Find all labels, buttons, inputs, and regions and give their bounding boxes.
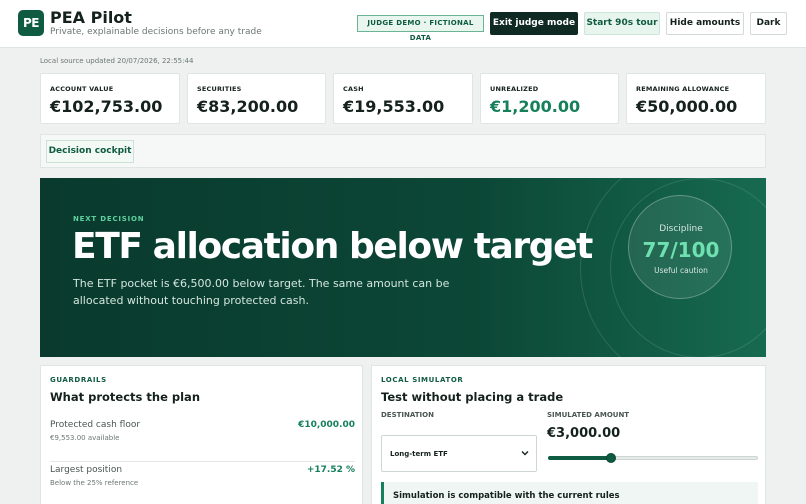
hero-kicker: NEXT DECISION [73, 215, 145, 223]
gauge-label: Discipline [659, 224, 703, 234]
metric-card-account-value: ACCOUNT VALUE €102,753.00 [40, 73, 180, 124]
guardrail-row: Protected cash floor €9,553.00 available… [50, 420, 355, 462]
dark-mode-button[interactable]: Dark [750, 12, 787, 35]
hero-title: ETF allocation below target [72, 226, 593, 267]
metric-value: €1,200.00 [490, 97, 581, 116]
metric-value: €50,000.00 [636, 97, 738, 116]
panel-title: What protects the plan [50, 390, 201, 404]
discipline-gauge: Discipline 77/100 Useful caution [628, 195, 732, 299]
next-decision-hero: NEXT DECISION ETF allocation below targe… [40, 178, 766, 357]
chevron-down-icon [521, 451, 529, 456]
gauge-caption: Useful caution [654, 266, 708, 275]
destination-label: DESTINATION [381, 411, 434, 419]
hide-amounts-button[interactable]: Hide amounts [666, 12, 744, 35]
app-header: PE PEA Pilot Private, explainable decisi… [0, 0, 806, 48]
metric-label: UNREALIZED [490, 85, 539, 93]
app-title: PEA Pilot [50, 8, 132, 27]
hero-description: The ETF pocket is €6,500.00 below target… [73, 277, 450, 307]
gauge-score: 77/100 [642, 238, 720, 262]
panel-kicker: LOCAL SIMULATOR [381, 376, 464, 384]
panel-kicker: GUARDRAILS [50, 376, 107, 384]
app-subtitle: Private, explainable decisions before an… [50, 27, 262, 37]
judge-demo-badge: JUDGE DEMO · FICTIONAL DATA [357, 15, 484, 42]
metric-card-cash: CASH €19,553.00 [333, 73, 473, 124]
destination-select[interactable]: Long-term ETF [381, 435, 537, 472]
exit-judge-mode-button[interactable]: Exit judge mode [490, 12, 578, 35]
metric-label: SECURITIES [197, 85, 242, 93]
simulator-panel: LOCAL SIMULATOR Test without placing a t… [371, 365, 766, 504]
metric-card-securities: SECURITIES €83,200.00 [187, 73, 326, 124]
metric-value: €19,553.00 [343, 97, 445, 116]
panel-title: Test without placing a trade [381, 390, 564, 404]
metric-card-remaining-allowance: REMAINING ALLOWANCE €50,000.00 [626, 73, 766, 124]
slider-thumb[interactable] [606, 453, 616, 463]
metric-label: CASH [343, 85, 364, 93]
tab-decision-cockpit[interactable]: Decision cockpit [46, 140, 134, 163]
simulated-amount-value: €3,000.00 [547, 426, 621, 441]
tab-bar: Decision cockpit [40, 134, 766, 168]
guardrail-sub: Below the 25% reference [50, 479, 139, 487]
notice-text: Simulation is compatible with the curren… [393, 491, 620, 501]
guardrail-row: Largest position Below the 25% reference… [50, 465, 355, 504]
slider-fill [548, 456, 611, 460]
guardrails-panel: GUARDRAILS What protects the plan Protec… [40, 365, 363, 504]
guardrail-value: +17.52 % [306, 465, 355, 475]
amount-label: SIMULATED AMOUNT [547, 411, 630, 419]
guardrail-label: Largest position [50, 465, 123, 475]
metric-label: ACCOUNT VALUE [50, 85, 114, 93]
metric-card-unrealized: UNREALIZED €1,200.00 [480, 73, 619, 124]
metric-value: €102,753.00 [50, 97, 163, 116]
source-updated-text: Local source updated 20/07/2026, 22:55:4… [40, 57, 194, 65]
destination-selected-value: Long-term ETF [390, 450, 448, 458]
guardrail-value: €10,000.00 [298, 420, 355, 430]
guardrail-label: Protected cash floor [50, 420, 141, 430]
metric-label: REMAINING ALLOWANCE [636, 85, 730, 93]
app-logo: PE [18, 10, 44, 36]
metric-value: €83,200.00 [197, 97, 299, 116]
amount-slider[interactable] [548, 452, 758, 464]
simulation-notice: Simulation is compatible with the curren… [381, 482, 758, 504]
guardrail-sub: €9,553.00 available [50, 434, 120, 442]
start-tour-button[interactable]: Start 90s tour [584, 12, 660, 35]
